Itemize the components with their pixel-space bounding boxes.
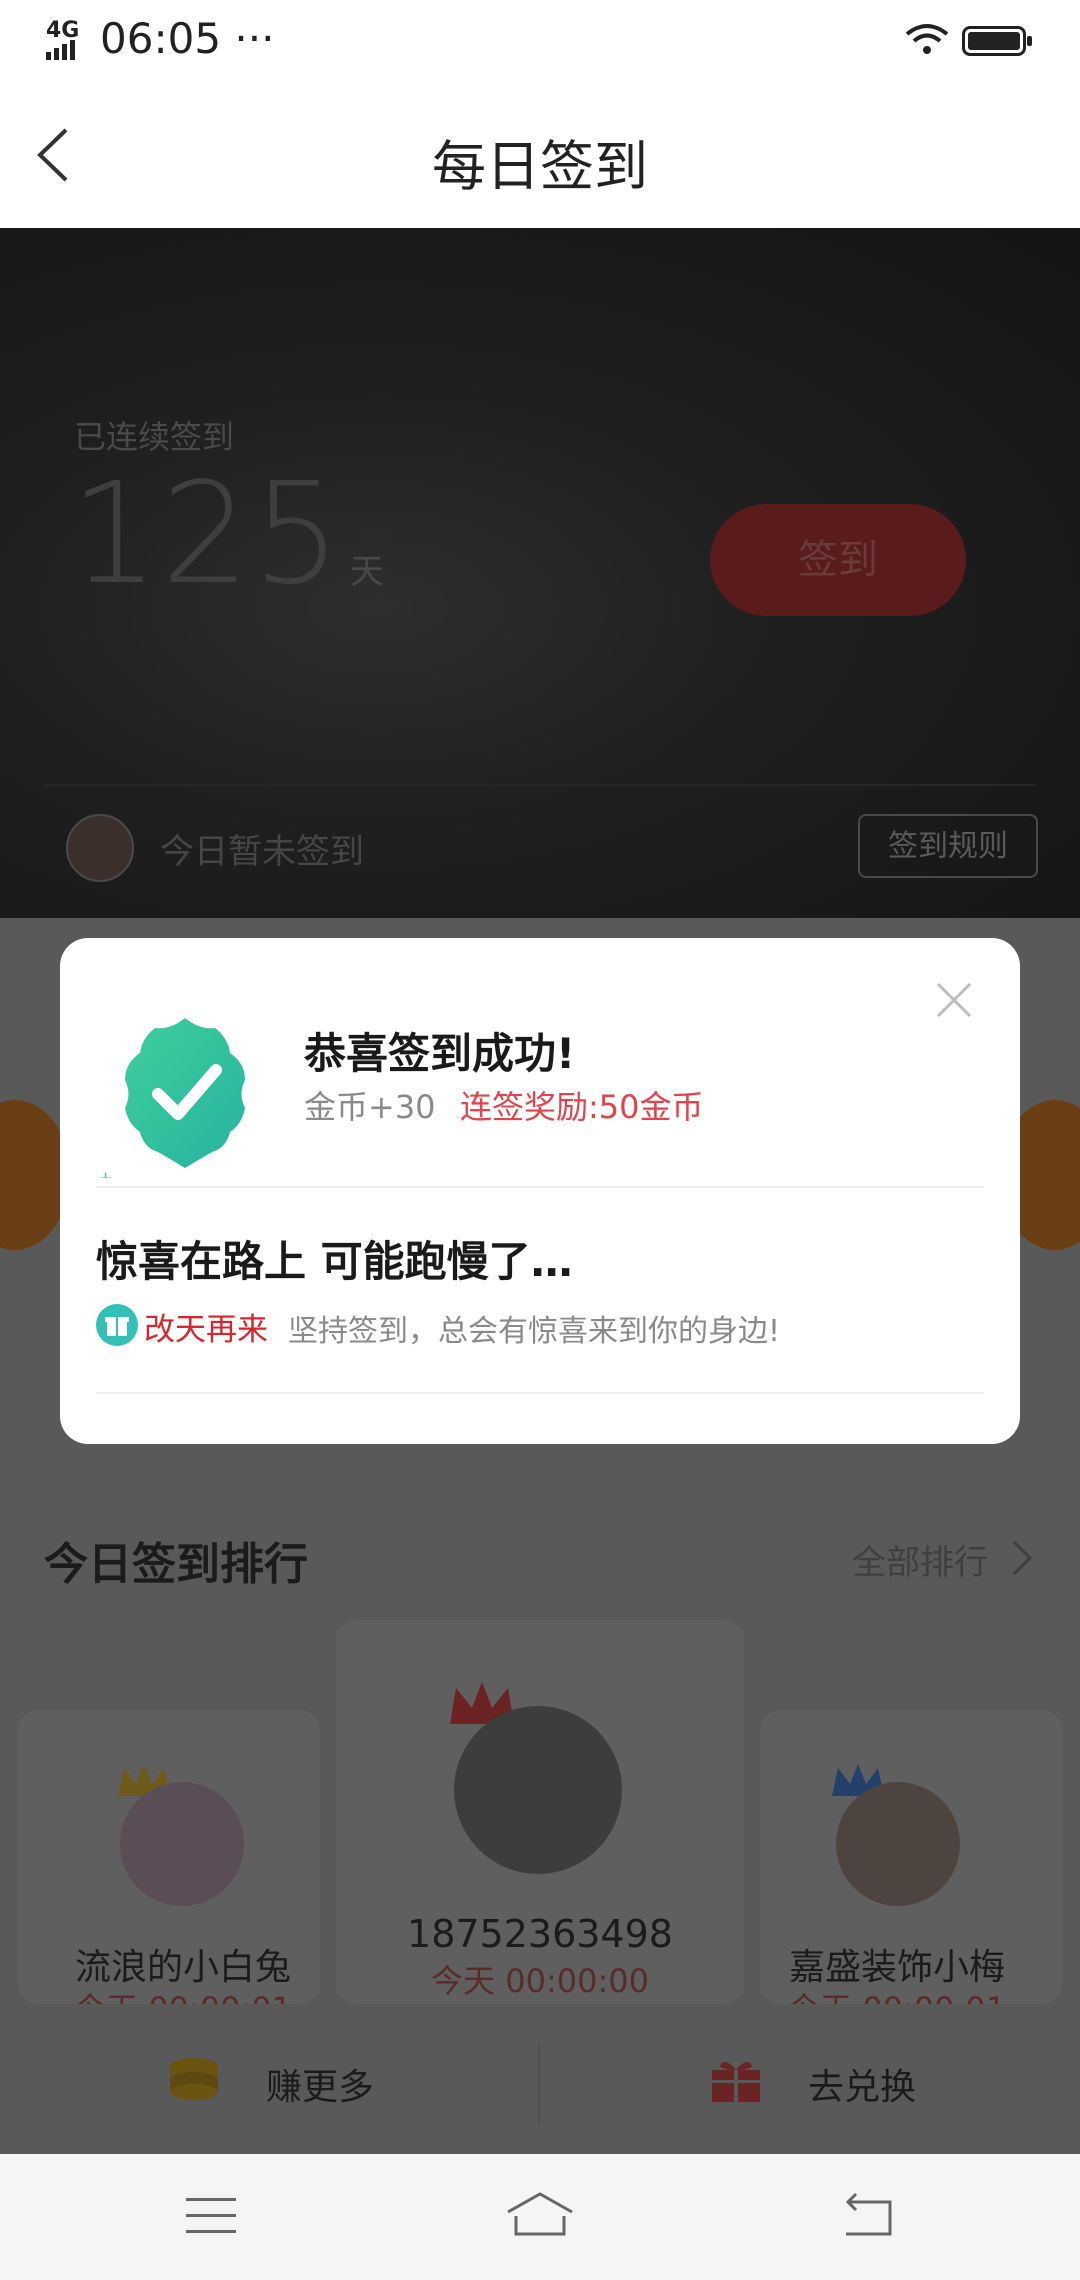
- coins-icon: [170, 2058, 218, 2100]
- rank-sign-time: 今天 00:00:00: [431, 1962, 649, 2000]
- gift-icon: [96, 1304, 138, 1346]
- divider: [96, 1186, 984, 1188]
- exchange-button[interactable]: 去兑换: [808, 2058, 916, 2110]
- streak-days: 125: [70, 453, 344, 616]
- sign-status-text: 今日暂未签到: [160, 832, 364, 872]
- success-title: 恭喜签到成功!: [304, 1029, 576, 1078]
- encouragement-text: 坚持签到，总会有惊喜来到你的身边!: [288, 1314, 781, 1349]
- menu-icon[interactable]: [184, 2196, 238, 2236]
- surprise-title: 惊喜在路上 可能跑慢了…: [96, 1237, 573, 1286]
- streak-bonus: 连签奖励:50金币: [460, 1088, 704, 1126]
- divider: [44, 784, 1036, 786]
- divider: [96, 1392, 984, 1394]
- clock: 06:05 ···: [100, 14, 275, 63]
- close-icon[interactable]: [932, 978, 976, 1022]
- streak-label: 已连续签到: [74, 418, 235, 456]
- streak-panel: 已连续签到 125 天 签到 今日暂未签到 签到规则: [0, 228, 1080, 918]
- chevron-right-icon[interactable]: [1010, 1538, 1034, 1578]
- back-icon[interactable]: [840, 2192, 896, 2238]
- status-bar: 4G 06:05 ···: [0, 0, 1080, 80]
- sign-in-button[interactable]: 签到: [710, 504, 966, 616]
- bottom-action-bar: 赚更多 去兑换: [0, 2004, 1080, 2154]
- home-icon[interactable]: [504, 2190, 576, 2238]
- ranking-title: 今日签到排行: [44, 1539, 308, 1590]
- page-title: 每日签到: [432, 135, 648, 198]
- sign-success-dialog: + 恭喜签到成功! 金币+30 连签奖励:50金币 惊喜在路上 可能跑慢了… 改…: [60, 938, 1020, 1444]
- rank-user-name: 嘉盛装饰小梅: [788, 1947, 1005, 1988]
- gift-icon: [712, 2061, 760, 2102]
- rank-sign-time: 今天 00:00:01: [20, 1984, 346, 2006]
- coins-reward: 金币+30: [304, 1088, 436, 1126]
- rank-avatar: [454, 1706, 622, 1874]
- rank-user-name: 18752363498: [407, 1912, 673, 1956]
- rank-avatar: [120, 1782, 244, 1906]
- battery-icon: [962, 26, 1032, 56]
- come-back-later-label: 改天再来: [144, 1312, 268, 1348]
- wifi-icon: [905, 24, 949, 54]
- user-avatar: [66, 814, 134, 882]
- nav-bar: 每日签到: [0, 80, 1080, 228]
- system-nav-bar: [0, 2154, 1080, 2280]
- svg-text:+: +: [100, 1168, 113, 1178]
- verified-badge-icon: +: [100, 1018, 245, 1178]
- divider: [520, 498, 522, 618]
- streak-unit: 天: [350, 552, 384, 592]
- rank-avatar: [836, 1782, 960, 1906]
- sign-rules-button[interactable]: 签到规则: [858, 814, 1038, 878]
- earn-more-button[interactable]: 赚更多: [266, 2058, 374, 2110]
- all-ranking-link[interactable]: 全部排行: [852, 1535, 988, 1584]
- rank-sign-time: 今天 00:00:01: [734, 1984, 1060, 2006]
- divider: [538, 2044, 540, 2124]
- rank-user-name: 流浪的小白兔: [74, 1947, 291, 1988]
- signal-icon: [46, 40, 75, 60]
